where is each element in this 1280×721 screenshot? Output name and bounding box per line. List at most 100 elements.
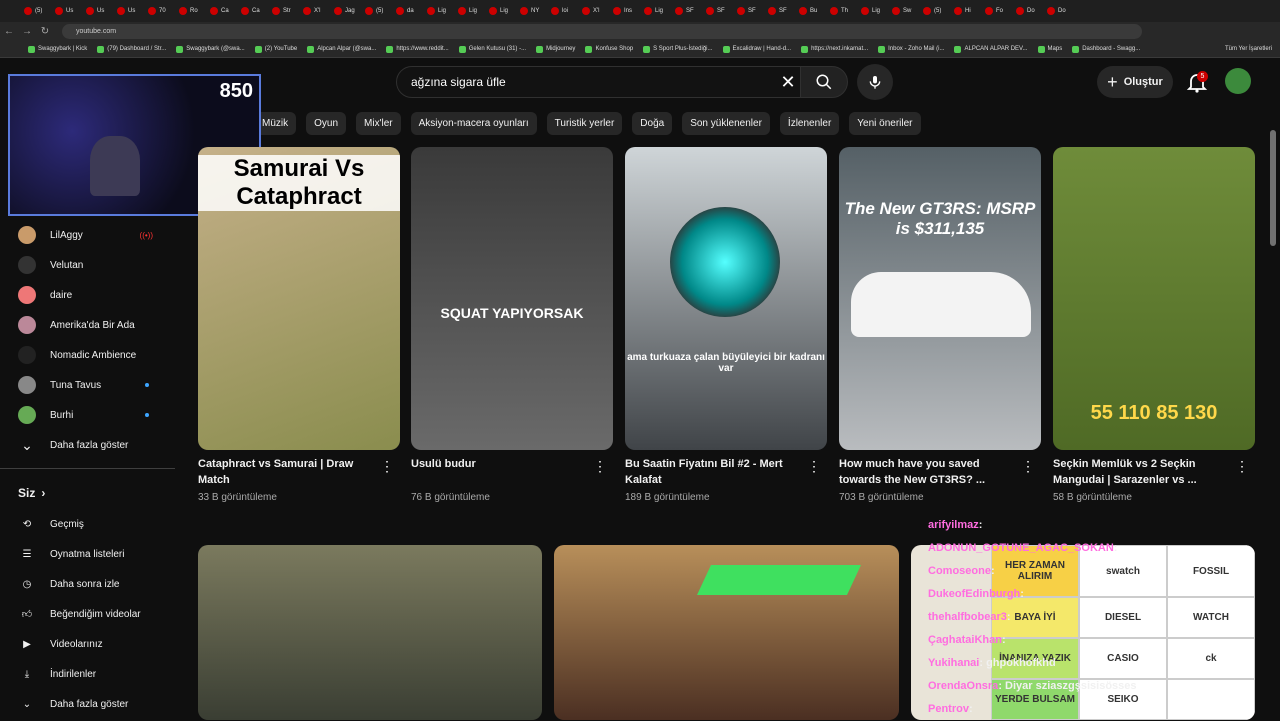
browser-tab[interactable]: (5) [919, 2, 948, 20]
bookmark-link[interactable]: Inbox - Zoho Mail (i... [878, 45, 944, 53]
voice-search-button[interactable] [857, 64, 893, 100]
you-menu-item[interactable]: ⟲ Geçmiş [0, 509, 175, 539]
video-thumbnail[interactable]: 55 110 85 130 [1053, 147, 1255, 450]
you-menu-item[interactable]: ☰ Oynatma listeleri [0, 539, 175, 569]
browser-tab[interactable]: Th [826, 2, 855, 20]
browser-tab[interactable]: loi [547, 2, 576, 20]
bookmark-link[interactable]: Gelen Kutusu (31) -... [458, 45, 526, 53]
browser-tab[interactable]: Ca [206, 2, 235, 20]
subscription-item[interactable]: daire [0, 280, 175, 310]
browser-tab[interactable]: NY [516, 2, 545, 20]
more-options-icon[interactable]: ⋮ [380, 458, 394, 475]
video-title[interactable]: Usulü budur [411, 456, 581, 472]
subscription-item[interactable]: Amerika'da Bir Ada [0, 310, 175, 340]
subscription-item[interactable]: Nomadic Ambience [0, 340, 175, 370]
page-scrollbar[interactable] [1270, 130, 1276, 246]
subscription-item[interactable]: LilAggy ((•)) [0, 220, 175, 250]
subscription-item[interactable]: Tuna Tavus [0, 370, 175, 400]
bookmark-link[interactable]: https://www.reddit... [386, 45, 449, 53]
browser-tab[interactable]: X'l [578, 2, 607, 20]
more-options-icon[interactable]: ⋮ [1235, 458, 1249, 475]
filter-chip[interactable]: Aksiyon-macera oyunları [410, 112, 537, 135]
more-options-icon[interactable]: ⋮ [593, 458, 607, 475]
browser-tab[interactable]: (5) [20, 2, 49, 20]
video-title[interactable]: How much have you saved towards the New … [839, 456, 1009, 488]
browser-tab[interactable]: Lig [485, 2, 514, 20]
browser-tab[interactable]: Us [113, 2, 142, 20]
browser-tab[interactable]: Hi [950, 2, 979, 20]
filter-chip[interactable]: Son yüklenenler [682, 112, 770, 135]
browser-tab[interactable]: Ca [237, 2, 266, 20]
bookmark-link[interactable]: (2) YouTube [254, 45, 297, 53]
browser-tab[interactable]: SF [764, 2, 793, 20]
you-menu-item[interactable]: ⤓ İndirilenler [0, 659, 175, 689]
browser-tab[interactable]: Do [1012, 2, 1041, 20]
browser-tab[interactable]: X'l [299, 2, 328, 20]
browser-tab[interactable]: Ro [175, 2, 204, 20]
subscription-item[interactable]: Velutan [0, 250, 175, 280]
bookmark-link[interactable]: Konfuse Shop [585, 45, 633, 53]
create-button[interactable]: + Oluştur [1097, 66, 1173, 98]
bookmark-link[interactable]: ALPCAN ALPAR DEV... [954, 45, 1028, 53]
you-menu-item[interactable]: ▶ Videolarınız [0, 629, 175, 659]
account-avatar[interactable] [1225, 68, 1251, 94]
video-title[interactable]: Cataphract vs Samurai | Draw Match [198, 456, 368, 488]
browser-tab[interactable]: Lig [640, 2, 669, 20]
bookmark-link[interactable]: S Sport Plus-İstediği... [643, 45, 713, 53]
bookmark-link[interactable]: Swaggybark | Kick [28, 45, 87, 53]
browser-tab[interactable]: Jag [330, 2, 359, 20]
video-thumbnail[interactable] [554, 545, 899, 720]
filter-chip[interactable]: Yeni öneriler [849, 112, 921, 135]
bookmark-link[interactable]: Maps [1037, 45, 1062, 53]
video-thumbnail[interactable]: SQUAT YAPIYORSAK [411, 147, 613, 450]
browser-tab[interactable]: Us [82, 2, 111, 20]
bookmark-link[interactable]: Excalidraw | Hand-d... [722, 45, 791, 53]
you-menu-item[interactable]: ⌄ Daha fazla göster [0, 689, 175, 719]
browser-tab[interactable]: Fo [981, 2, 1010, 20]
browser-tab[interactable]: 70 [144, 2, 173, 20]
all-bookmarks-link[interactable]: Tüm Yer İşaretleri [1225, 46, 1272, 52]
filter-chip[interactable]: Doğa [632, 112, 673, 135]
video-thumbnail[interactable] [198, 545, 542, 720]
search-button[interactable] [800, 66, 848, 98]
clear-search-icon[interactable]: ✕ [776, 70, 800, 94]
search-input[interactable]: ağzına sigara üfle [396, 66, 806, 98]
video-thumbnail[interactable]: ama turkuaza çalan büyüleyici bir kadran… [625, 147, 827, 450]
browser-tab[interactable]: Str [268, 2, 297, 20]
filter-chip[interactable]: İzlenenler [779, 112, 840, 135]
bookmark-link[interactable]: https://next.inkamat... [801, 45, 868, 53]
bookmark-link[interactable]: Dashboard - Swagg... [1072, 45, 1140, 53]
video-thumbnail[interactable]: The New GT3RS: MSRP is $311,135 [839, 147, 1041, 450]
you-menu-item[interactable]: 👍︎ Beğendiğim videolar [0, 599, 175, 629]
browser-tab[interactable]: Sw [888, 2, 917, 20]
bookmark-link[interactable]: Swaggybark (@swa... [176, 45, 245, 53]
browser-tab[interactable]: SF [702, 2, 731, 20]
browser-tab[interactable]: Do [1043, 2, 1072, 20]
bookmark-link[interactable]: (79) Dashboard / Str... [97, 45, 166, 53]
browser-tab[interactable]: Lig [454, 2, 483, 20]
url-field[interactable]: youtube.com [62, 24, 1142, 39]
filter-chip[interactable]: Oyun [306, 112, 347, 135]
more-options-icon[interactable]: ⋮ [807, 458, 821, 475]
reload-icon[interactable]: ↻ [36, 26, 54, 37]
more-options-icon[interactable]: ⋮ [1021, 458, 1035, 475]
filter-chip[interactable]: Turistik yerler [546, 112, 623, 135]
browser-tab[interactable]: da [392, 2, 421, 20]
browser-tab[interactable]: Ins [609, 2, 638, 20]
browser-tab[interactable]: Lig [423, 2, 452, 20]
you-section-heading[interactable]: Siz › [0, 477, 175, 509]
show-more-button[interactable]: ⌄ Daha fazla göster [0, 430, 175, 460]
forward-icon[interactable]: → [18, 26, 36, 37]
subscription-item[interactable]: Burhi [0, 400, 175, 430]
bookmark-link[interactable]: Alpcan Alpar (@swa... [307, 45, 376, 53]
browser-tab[interactable]: Lig [857, 2, 886, 20]
browser-tab[interactable]: Bu [795, 2, 824, 20]
you-menu-item[interactable]: ◷ Daha sonra izle [0, 569, 175, 599]
video-title[interactable]: Seçkin Memlük vs 2 Seçkin Mangudai | Sar… [1053, 456, 1223, 488]
filter-chip[interactable]: Mix'ler [356, 112, 401, 135]
browser-tab[interactable]: (5) [361, 2, 390, 20]
back-icon[interactable]: ← [0, 26, 18, 37]
video-thumbnail[interactable]: Samurai Vs Cataphract [198, 147, 400, 450]
browser-tab[interactable]: Us [51, 2, 80, 20]
bookmark-link[interactable]: Midjourney [536, 45, 575, 53]
